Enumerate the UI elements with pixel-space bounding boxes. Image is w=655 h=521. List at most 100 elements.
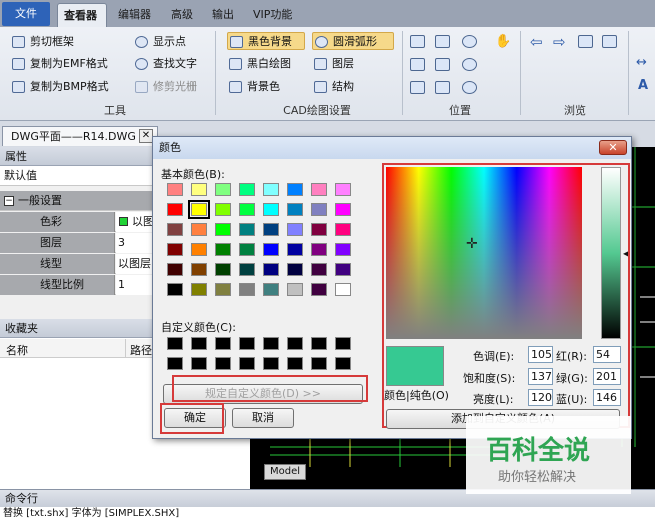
basic-color-swatch[interactable] [287,243,303,256]
basic-color-swatch[interactable] [191,263,207,276]
document-tab[interactable]: DWG平面——R14.DWG ✕ [2,126,158,146]
background-color-button[interactable]: 背景色 [227,78,280,96]
custom-color-swatch[interactable] [311,337,327,350]
custom-color-swatch[interactable] [239,357,255,370]
custom-color-swatch[interactable] [167,357,183,370]
smooth-arc-button[interactable]: 圆滑弧形 [312,32,394,50]
custom-color-swatch[interactable] [263,357,279,370]
basic-color-swatch[interactable] [311,243,327,256]
custom-color-swatch[interactable] [215,357,231,370]
basic-color-swatch[interactable] [215,203,231,216]
custom-color-swatch[interactable] [263,337,279,350]
basic-color-swatch[interactable] [287,223,303,236]
basic-color-swatch[interactable] [167,223,183,236]
basic-color-swatch[interactable] [215,263,231,276]
luminance-input[interactable]: 120 [528,389,553,406]
back-arrow-icon[interactable]: ⇦ [530,33,543,51]
basic-color-swatch[interactable] [263,263,279,276]
basic-color-swatch[interactable] [335,283,351,296]
zoom-out-icon[interactable] [462,58,477,71]
basic-color-swatch[interactable] [263,243,279,256]
basic-color-swatch[interactable] [167,283,183,296]
green-input[interactable]: 201 [593,368,621,385]
basic-color-swatch[interactable] [311,263,327,276]
trim-raster-button[interactable]: 修剪光栅 [133,78,197,96]
tab-editor[interactable]: 编辑器 [112,3,157,27]
custom-color-swatch[interactable] [239,337,255,350]
custom-color-swatch[interactable] [191,357,207,370]
basic-color-swatch[interactable] [191,243,207,256]
saturation-input[interactable]: 137 [528,368,553,385]
layers-button[interactable]: 图层 [312,55,354,73]
text-icon[interactable]: A [638,78,648,93]
custom-color-swatch[interactable] [335,357,351,370]
close-tab-icon[interactable]: ✕ [139,129,153,143]
basic-color-swatch[interactable] [335,203,351,216]
basic-color-swatch[interactable] [335,243,351,256]
basic-color-swatch[interactable] [311,203,327,216]
fit-icon[interactable] [410,35,425,48]
tab-file[interactable]: 文件 [2,2,50,26]
tab-viewer[interactable]: 查看器 [57,3,107,27]
basic-color-swatch[interactable] [191,283,207,296]
window-icon[interactable] [435,35,450,48]
model-tab[interactable]: Model [264,464,306,480]
custom-color-swatch[interactable] [335,337,351,350]
basic-color-swatch[interactable] [239,263,255,276]
basic-color-swatch[interactable] [215,243,231,256]
orbit-icon[interactable] [462,81,477,94]
custom-color-swatch[interactable] [311,357,327,370]
cancel-button[interactable]: 取消 [232,408,294,428]
basic-color-swatch[interactable] [215,283,231,296]
cut-frame-button[interactable]: 剪切框架 [10,33,74,51]
pan-icon[interactable] [410,58,425,71]
basic-color-swatch[interactable] [188,200,210,219]
rotate-icon[interactable] [410,81,425,94]
path-column-header[interactable]: 路径 [130,342,152,358]
basic-color-swatch[interactable] [335,183,351,196]
tab-output[interactable]: 输出 [206,3,240,27]
custom-color-swatch[interactable] [191,337,207,350]
extents-icon[interactable] [435,58,450,71]
basic-color-swatch[interactable] [167,243,183,256]
basic-color-swatch[interactable] [263,203,279,216]
basic-color-swatch[interactable] [191,183,207,196]
dialog-close-button[interactable]: ✕ [599,140,627,155]
basic-color-swatch[interactable] [263,283,279,296]
blue-input[interactable]: 146 [593,389,621,406]
black-background-button[interactable]: 黑色背景 [227,32,305,50]
structure-button[interactable]: 结构 [312,78,354,96]
red-input[interactable]: 54 [593,346,621,363]
basic-color-swatch[interactable] [263,223,279,236]
measure-icon[interactable]: ↔ [636,55,647,70]
basic-color-swatch[interactable] [335,223,351,236]
bw-drawing-button[interactable]: 黑白绘图 [227,55,291,73]
forward-arrow-icon[interactable]: ⇨ [553,33,566,51]
basic-color-swatch[interactable] [215,223,231,236]
export-icon[interactable] [602,35,617,48]
basic-color-swatch[interactable] [311,183,327,196]
show-points-button[interactable]: 显示点 [133,33,186,51]
custom-color-swatch[interactable] [167,337,183,350]
basic-color-swatch[interactable] [335,263,351,276]
basic-color-swatch[interactable] [239,203,255,216]
basic-color-swatch[interactable] [287,263,303,276]
basic-color-swatch[interactable] [215,183,231,196]
basic-color-swatch[interactable] [239,183,255,196]
tab-vip[interactable]: VIP功能 [247,3,298,27]
basic-color-swatch[interactable] [191,223,207,236]
basic-color-swatch[interactable] [287,203,303,216]
basic-color-swatch[interactable] [167,203,183,216]
find-text-button[interactable]: 查找文字 [133,55,197,73]
copy-bmp-button[interactable]: 复制为BMP格式 [10,78,109,96]
hue-input[interactable]: 105 [528,346,553,363]
basic-color-swatch[interactable] [239,223,255,236]
basic-color-swatch[interactable] [311,223,327,236]
basic-color-swatch[interactable] [287,283,303,296]
collapse-icon[interactable]: − [4,196,14,206]
basic-color-swatch[interactable] [167,263,183,276]
tab-advanced[interactable]: 高级 [165,3,199,27]
basic-color-swatch[interactable] [239,283,255,296]
custom-color-swatch[interactable] [287,337,303,350]
zoom-in-icon[interactable] [462,35,477,48]
